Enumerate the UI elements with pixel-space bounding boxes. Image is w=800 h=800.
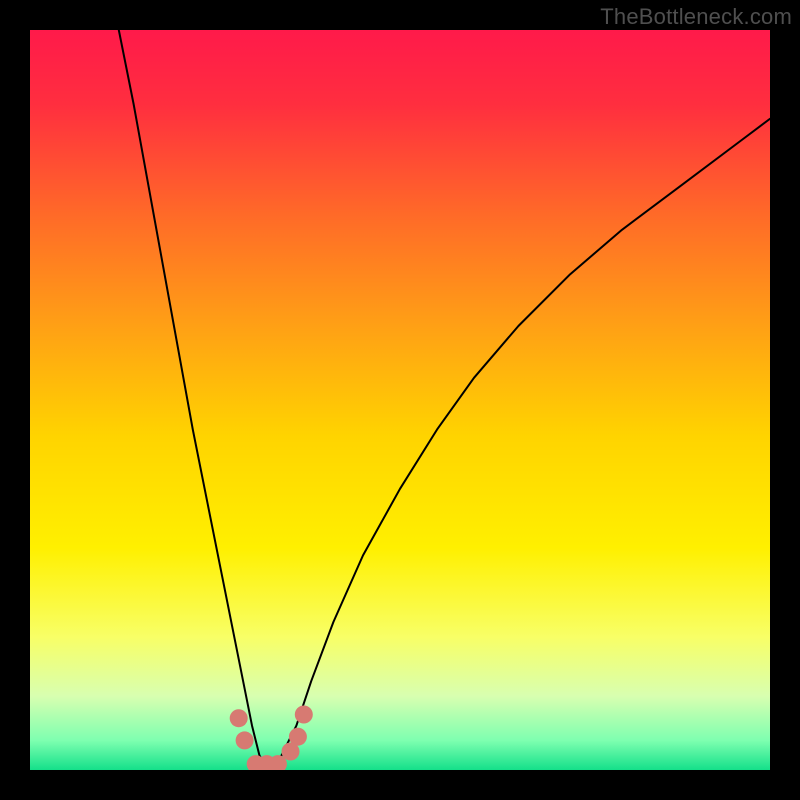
valley-marker: [295, 706, 313, 724]
watermark-text: TheBottleneck.com: [600, 4, 792, 30]
plot-svg: [30, 30, 770, 770]
chart-frame: TheBottleneck.com: [0, 0, 800, 800]
valley-marker: [236, 731, 254, 749]
plot-area: [30, 30, 770, 770]
valley-marker: [289, 728, 307, 746]
valley-marker: [230, 709, 248, 727]
